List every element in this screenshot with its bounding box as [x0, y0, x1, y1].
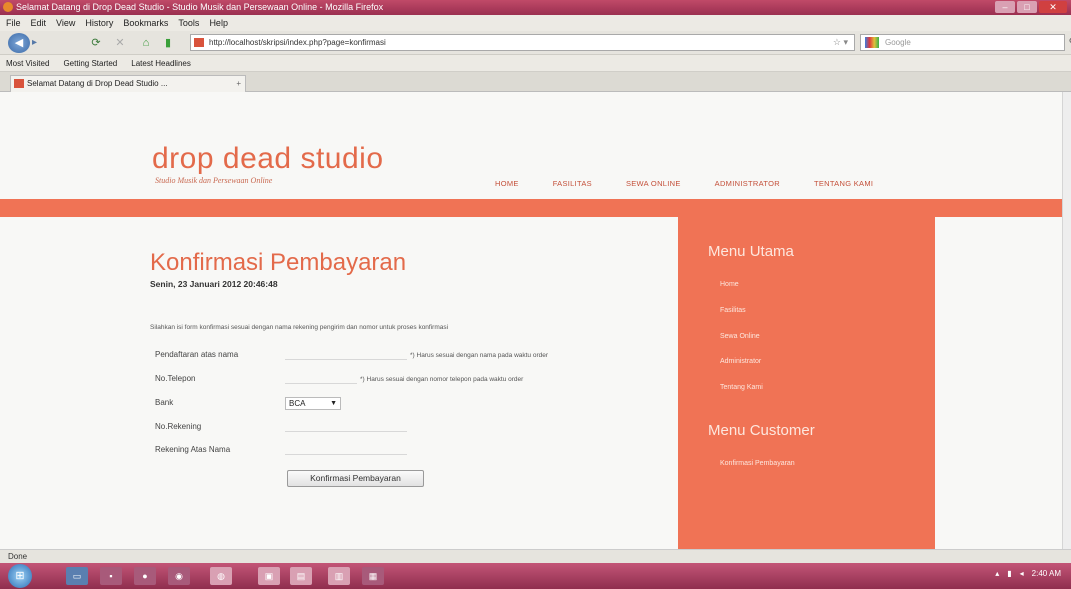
status-bar: Done: [0, 549, 1071, 563]
name-label: Pendaftaran atas nama: [155, 350, 239, 359]
phone-note: *) Harus sesuai dengan nomor telepon pad…: [360, 376, 524, 383]
nav-fasilitas[interactable]: FASILITAS: [553, 179, 592, 188]
site-tagline: Studio Musik dan Persewaan Online: [155, 176, 273, 185]
bookmarks-toolbar: Most Visited Getting Started Latest Head…: [0, 55, 1071, 72]
window-title: Selamat Datang di Drop Dead Studio - Stu…: [16, 2, 384, 12]
favicon-icon: [14, 79, 24, 88]
scrollbar[interactable]: [1062, 92, 1071, 549]
tray-arrow-icon[interactable]: ▴: [995, 569, 999, 578]
main-nav: HOME FASILITAS SEWA ONLINE ADMINISTRATOR…: [495, 179, 873, 188]
system-tray: ▴ ▮ ◂ 2:40 AM: [995, 569, 1061, 578]
nav-tentang-kami[interactable]: TENTANG KAMI: [814, 179, 873, 188]
side-link-sewa-online[interactable]: Sewa Online: [720, 333, 760, 340]
taskbar: ⊞ ▭ ▪ ● ◉ ◍ ▣ ▤ ▥ ▦ ▴ ▮ ◂ 2:40 AM: [0, 563, 1071, 589]
side-link-fasilitas[interactable]: Fasilitas: [720, 307, 746, 314]
side-link-konfirmasi[interactable]: Konfirmasi Pembayaran: [720, 460, 795, 467]
close-icon[interactable]: ✕: [1039, 1, 1067, 13]
site-logo[interactable]: drop dead studio: [152, 142, 384, 176]
side-link-home[interactable]: Home: [720, 281, 739, 288]
holder-field[interactable]: [285, 441, 407, 455]
tab-bar: Selamat Datang di Drop Dead Studio ... +: [0, 72, 1071, 92]
bank-select[interactable]: BCA ▼: [285, 397, 341, 410]
bookmark-star-icon[interactable]: ☆ ▾: [833, 35, 848, 50]
taskbar-browser-icon[interactable]: ◉: [168, 567, 190, 585]
account-field[interactable]: [285, 418, 407, 432]
taskbar-explorer-icon[interactable]: ▭: [66, 567, 88, 585]
bookmark-most-visited[interactable]: Most Visited: [6, 55, 49, 71]
menu-history[interactable]: History: [85, 15, 113, 31]
reload-icon[interactable]: ⟳: [88, 36, 104, 50]
status-text: Done: [8, 552, 28, 561]
bookmark-getting-started[interactable]: Getting Started: [63, 55, 117, 71]
web-page: drop dead studio Studio Musik dan Persew…: [0, 92, 1062, 549]
url-text: http://localhost/skripsi/index.php?page=…: [209, 38, 386, 47]
url-bar[interactable]: http://localhost/skripsi/index.php?page=…: [190, 34, 855, 51]
stop-icon[interactable]: ✕: [112, 36, 128, 50]
header-band: [0, 199, 1062, 217]
taskbar-folder-icon[interactable]: ▤: [290, 567, 312, 585]
chevron-down-icon: ▼: [330, 400, 337, 407]
tray-volume-icon[interactable]: ◂: [1020, 569, 1024, 578]
menu-bookmarks[interactable]: Bookmarks: [123, 15, 168, 31]
current-date: Senin, 23 Januari 2012 20:46:48: [150, 279, 278, 289]
taskbar-editor-icon[interactable]: ▦: [362, 567, 384, 585]
name-field[interactable]: [285, 346, 407, 360]
account-label: No.Rekening: [155, 422, 202, 431]
forward-button[interactable]: ▸: [32, 36, 48, 50]
menu-customer-title: Menu Customer: [708, 422, 815, 439]
submit-button[interactable]: Konfirmasi Pembayaran: [287, 470, 424, 487]
minimize-icon[interactable]: –: [995, 1, 1015, 13]
window-titlebar: Selamat Datang di Drop Dead Studio - Stu…: [0, 0, 1071, 15]
favicon-icon: [194, 38, 204, 47]
tab-active[interactable]: Selamat Datang di Drop Dead Studio ... +: [10, 75, 246, 92]
menu-help[interactable]: Help: [209, 15, 228, 31]
menu-file[interactable]: File: [6, 15, 21, 31]
taskbar-window-icon[interactable]: ▥: [328, 567, 350, 585]
maximize-icon[interactable]: □: [1017, 1, 1037, 13]
nav-administrator[interactable]: ADMINISTRATOR: [715, 179, 780, 188]
tray-network-icon[interactable]: ▮: [1007, 569, 1011, 578]
menu-tools[interactable]: Tools: [178, 15, 199, 31]
menu-utama-title: Menu Utama: [708, 243, 794, 260]
home-icon[interactable]: ⌂: [138, 36, 154, 50]
start-button[interactable]: ⊞: [8, 564, 32, 588]
intro-text: Silahkan isi form konfirmasi sesuai deng…: [150, 324, 449, 331]
bank-label: Bank: [155, 398, 174, 407]
bank-value: BCA: [289, 399, 306, 408]
taskbar-media-icon[interactable]: ▪: [100, 567, 122, 585]
taskbar-app-icon[interactable]: ▣: [258, 567, 280, 585]
google-icon: [865, 37, 879, 48]
search-input[interactable]: Google ⚲: [860, 34, 1071, 51]
page-title: Konfirmasi Pembayaran: [150, 249, 407, 276]
holder-label: Rekening Atas Nama: [155, 445, 231, 454]
sidebar: Menu Utama Home Fasilitas Sewa Online Ad…: [678, 217, 935, 549]
nav-sewa-online[interactable]: SEWA ONLINE: [626, 179, 681, 188]
menu-edit[interactable]: Edit: [31, 15, 47, 31]
phone-label: No.Telepon: [155, 374, 196, 383]
firefox-icon: [3, 2, 13, 12]
new-tab-icon[interactable]: +: [236, 76, 241, 92]
nav-home[interactable]: HOME: [495, 179, 519, 188]
back-button[interactable]: ◀: [8, 33, 30, 53]
navigation-toolbar: ◀ ▸ ⟳ ✕ ⌂ ▮ http://localhost/skripsi/ind…: [0, 31, 1071, 55]
side-link-administrator[interactable]: Administrator: [720, 358, 761, 365]
phone-field[interactable]: [285, 370, 357, 384]
window-controls: – □ ✕: [995, 1, 1067, 13]
name-note: *) Harus sesuai dengan nama pada waktu o…: [410, 352, 549, 359]
search-placeholder: Google: [885, 38, 911, 47]
taskbar-firefox-icon[interactable]: ◍: [210, 567, 232, 585]
clock[interactable]: 2:40 AM: [1032, 569, 1061, 578]
tab-title: Selamat Datang di Drop Dead Studio ...: [27, 79, 168, 88]
side-link-tentang-kami[interactable]: Tentang Kami: [720, 384, 763, 391]
menu-view[interactable]: View: [56, 15, 75, 31]
menu-bar: File Edit View History Bookmarks Tools H…: [0, 15, 1071, 31]
bookmark-latest-headlines[interactable]: Latest Headlines: [131, 55, 191, 71]
taskbar-player-icon[interactable]: ●: [134, 567, 156, 585]
signal-icon: ▮: [164, 37, 172, 49]
